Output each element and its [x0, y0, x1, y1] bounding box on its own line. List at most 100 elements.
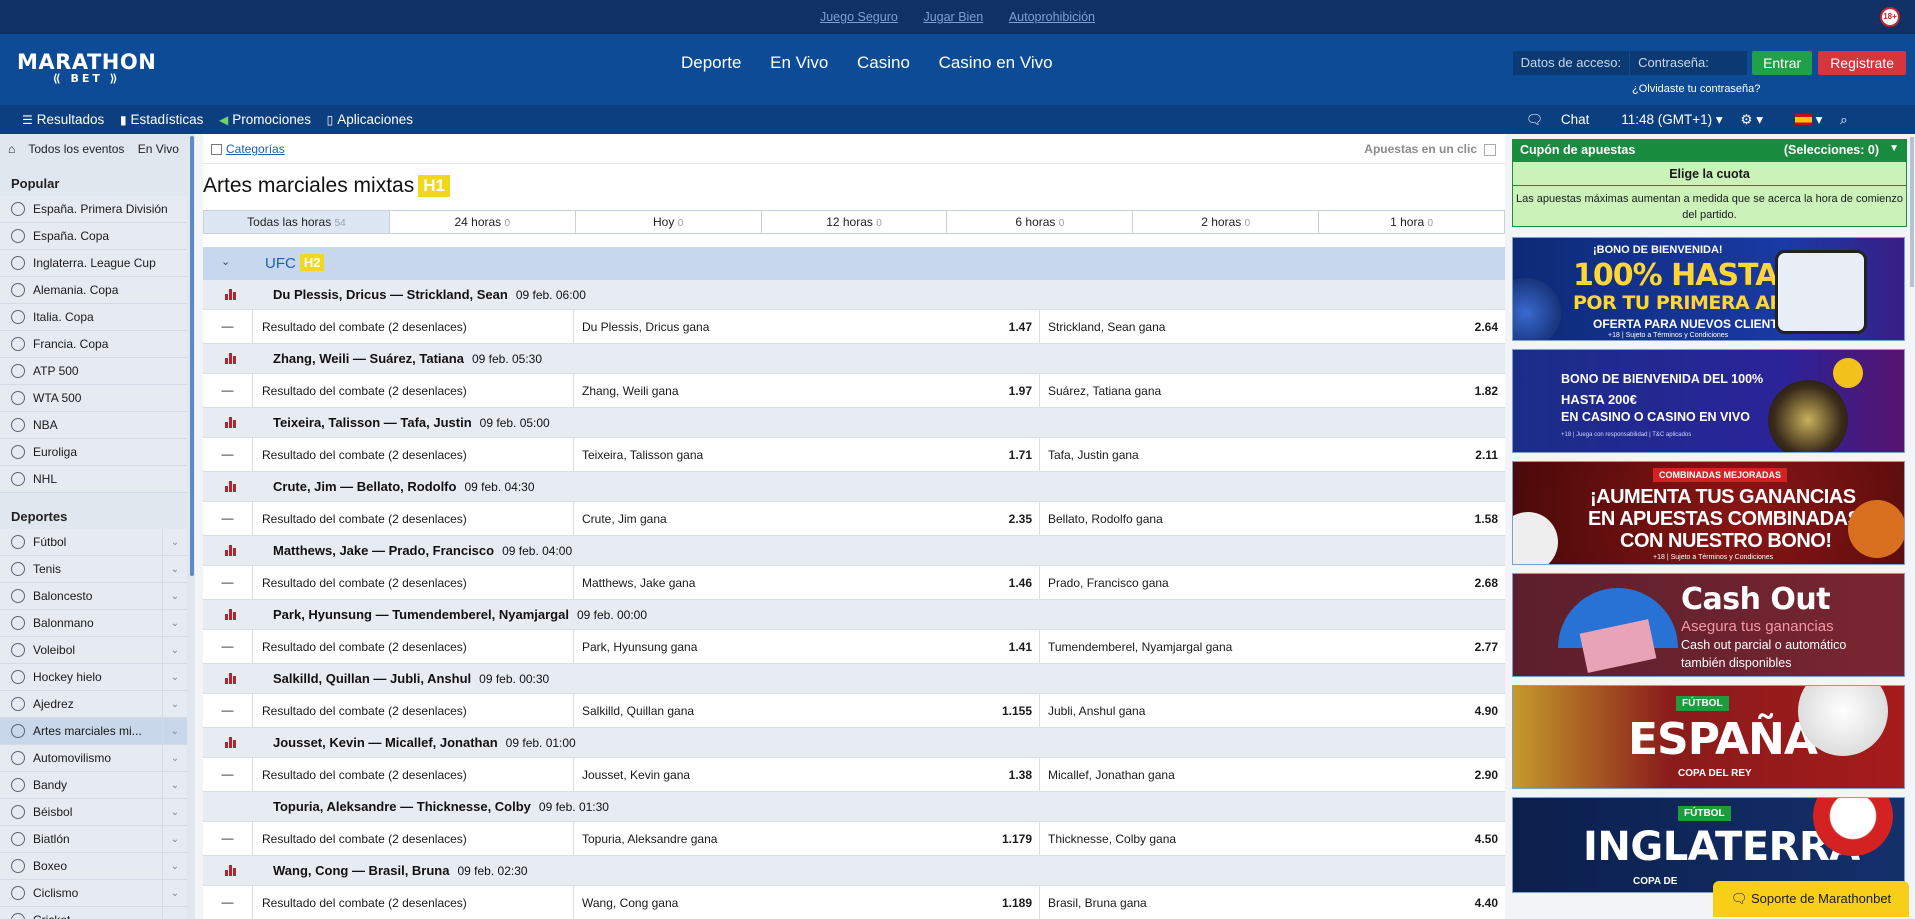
chevron-down-icon[interactable]: ⌄	[162, 664, 187, 691]
sidebar-item-espana-primera-division[interactable]: España. Primera División	[0, 196, 187, 223]
nav-estadisticas[interactable]: ▮ Estadísticas	[120, 112, 203, 127]
sidebar-item-automovilismo[interactable]: Automovilismo ⌄	[0, 745, 187, 772]
sidebar-item-inglaterra-league-cup[interactable]: Inglaterra. League Cup	[0, 250, 187, 277]
link-jugar-bien[interactable]: Jugar Bien	[923, 10, 983, 24]
sidebar-item-futbol[interactable]: Fútbol ⌄	[0, 529, 187, 556]
stats-icon[interactable]	[225, 545, 236, 556]
event-name[interactable]: Crute, Jim — Bellato, Rodolfo 09 feb. 04:…	[273, 479, 535, 494]
banner-inglaterra[interactable]: FÚTBOL INGLATERRA COPA DE	[1512, 797, 1905, 893]
stats-icon[interactable]	[225, 417, 236, 428]
odds-selection[interactable]: Tafa, Justin gana 2.11	[1039, 438, 1505, 471]
link-juego-seguro[interactable]: Juego Seguro	[820, 10, 898, 24]
sidebar-item-espana-copa[interactable]: España. Copa	[0, 223, 187, 250]
sidebar-item-hockey-hielo[interactable]: Hockey hielo ⌄	[0, 664, 187, 691]
chevron-down-icon[interactable]: ⌄	[162, 745, 187, 772]
odds-selection[interactable]: Teixeira, Talisson gana 1.71	[573, 438, 1039, 471]
settings-icon[interactable]: ⚙ ▾	[1740, 112, 1763, 127]
odds-selection[interactable]: Suárez, Tatiana gana 1.82	[1039, 374, 1505, 407]
sidebar-item-wta-500[interactable]: WTA 500	[0, 385, 187, 412]
stats-icon[interactable]	[225, 289, 236, 300]
more-markets-toggle[interactable]: —	[203, 502, 253, 535]
odds-selection[interactable]: Jousset, Kevin gana 1.38	[573, 758, 1039, 791]
more-markets-toggle[interactable]: —	[203, 886, 253, 919]
marathonbet-logo[interactable]: MARATHON ⟪ BET ⟫	[17, 52, 156, 86]
banner-combinadas[interactable]: COMBINADAS MEJORADAS ¡AUMENTA TUS GANANC…	[1512, 461, 1905, 565]
event-header[interactable]: Wang, Cong — Brasil, Bruna 09 feb. 02:30	[203, 856, 1505, 886]
league-header[interactable]: ⌄ UFC H2	[203, 247, 1505, 280]
chevron-down-icon[interactable]: ▼	[1889, 143, 1899, 154]
sidebar-item-ajedrez[interactable]: Ajedrez ⌄	[0, 691, 187, 718]
event-header[interactable]: Du Plessis, Dricus — Strickland, Sean 09 …	[203, 280, 1505, 310]
nav-casino-en-vivo[interactable]: Casino en Vivo	[939, 53, 1053, 72]
odds-selection[interactable]: Matthews, Jake gana 1.46	[573, 566, 1039, 599]
stats-icon[interactable]	[225, 737, 236, 748]
event-name[interactable]: Teixeira, Talisson — Tafa, Justin 09 feb.…	[273, 415, 550, 430]
more-markets-toggle[interactable]: —	[203, 438, 253, 471]
more-markets-toggle[interactable]: —	[203, 374, 253, 407]
coupon-header[interactable]: Cupón de apuestas (Selecciones: 0) ▼	[1512, 139, 1907, 162]
categories-link[interactable]: Categorías	[226, 142, 285, 156]
sidebar-item-nba[interactable]: NBA	[0, 412, 187, 439]
chevron-down-icon[interactable]: ⌄	[162, 583, 187, 610]
more-markets-toggle[interactable]: —	[203, 694, 253, 727]
event-header[interactable]: Matthews, Jake — Prado, Francisco 09 feb.…	[203, 536, 1505, 566]
more-markets-toggle[interactable]: —	[203, 822, 253, 855]
chevron-down-icon[interactable]: ⌄	[162, 637, 187, 664]
odds-selection[interactable]: Micallef, Jonathan gana 2.90	[1039, 758, 1505, 791]
chevron-down-icon[interactable]: ⌄	[162, 799, 187, 826]
time-filter-12-horas[interactable]: 12 horas 0	[762, 211, 948, 233]
odds-selection[interactable]: Tumendemberel, Nyamjargal gana 2.77	[1039, 630, 1505, 663]
odds-selection[interactable]: Prado, Francisco gana 2.68	[1039, 566, 1505, 599]
banner-casino-bonus[interactable]: BONO DE BIENVENIDA DEL 100% HASTA 200€ E…	[1512, 349, 1905, 453]
login-button[interactable]: Entrar	[1752, 51, 1813, 75]
categories-checkbox[interactable]	[211, 144, 222, 155]
event-header[interactable]: Topuria, Aleksandre — Thicknesse, Colby 0…	[203, 792, 1505, 822]
odds-selection[interactable]: Wang, Cong gana 1.189	[573, 886, 1039, 919]
time-filter-2-horas[interactable]: 2 horas 0	[1133, 211, 1320, 233]
more-markets-toggle[interactable]: —	[203, 630, 253, 663]
stats-icon[interactable]	[225, 481, 236, 492]
event-name[interactable]: Topuria, Aleksandre — Thicknesse, Colby 0…	[273, 799, 609, 814]
nav-en-vivo[interactable]: En Vivo	[770, 53, 828, 72]
odds-selection[interactable]: Brasil, Bruna gana 4.40	[1039, 886, 1505, 919]
event-name[interactable]: Salkilld, Quillan — Jubli, Anshul 09 feb.…	[273, 671, 549, 686]
sidebar-item-bandy[interactable]: Bandy ⌄	[0, 772, 187, 799]
sidebar-item-nhl[interactable]: NHL	[0, 466, 187, 493]
time-selector[interactable]: 11:48 (GMT+1) ▾	[1607, 112, 1722, 127]
odds-selection[interactable]: Park, Hyunsung gana 1.41	[573, 630, 1039, 663]
more-markets-toggle[interactable]: —	[203, 566, 253, 599]
time-filter-1-hora[interactable]: 1 hora 0	[1319, 211, 1504, 233]
banner-welcome-bonus[interactable]: ¡BONO DE BIENVENIDA! 100% HASTA 200€ POR…	[1512, 237, 1905, 341]
stats-icon[interactable]	[225, 865, 236, 876]
sidebar-scrollbar[interactable]	[190, 136, 194, 576]
stats-icon[interactable]	[225, 353, 236, 364]
register-button[interactable]: Registrate	[1818, 51, 1906, 75]
odds-selection[interactable]: Thicknesse, Colby gana 4.50	[1039, 822, 1505, 855]
odds-selection[interactable]: Jubli, Anshul gana 4.90	[1039, 694, 1505, 727]
forgot-password-link[interactable]: ¿Olvidaste tu contraseña?	[1632, 83, 1760, 95]
sidebar-item-voleibol[interactable]: Voleibol ⌄	[0, 637, 187, 664]
sidebar-item-alemania-copa[interactable]: Alemania. Copa	[0, 277, 187, 304]
stats-icon[interactable]	[225, 673, 236, 684]
password-field[interactable]: Contraseña:	[1629, 51, 1748, 75]
banner-cash-out[interactable]: Cash Out Asegura tus ganancias Cash out …	[1512, 573, 1905, 677]
odds-selection[interactable]: Topuria, Aleksandre gana 1.179	[573, 822, 1039, 855]
chat-button[interactable]: 🗨 Chat	[1526, 112, 1589, 127]
chevron-down-icon[interactable]: ⌄	[162, 907, 187, 919]
nav-resultados[interactable]: ☰ Resultados	[22, 112, 104, 127]
chevron-down-icon[interactable]: ⌄	[162, 826, 187, 853]
sidebar-item-atp-500[interactable]: ATP 500	[0, 358, 187, 385]
odds-selection[interactable]: Du Plessis, Dricus gana 1.47	[573, 310, 1039, 343]
sidebar-item-ciclismo[interactable]: Ciclismo ⌄	[0, 880, 187, 907]
more-markets-toggle[interactable]: —	[203, 310, 253, 343]
event-name[interactable]: Park, Hyunsung — Tumendemberel, Nyamjarg…	[273, 607, 647, 622]
chevron-down-icon[interactable]: ⌄	[162, 880, 187, 907]
event-header[interactable]: Jousset, Kevin — Micallef, Jonathan 09 fe…	[203, 728, 1505, 758]
login-field[interactable]: Datos de acceso:	[1512, 51, 1630, 75]
sidebar-item-boxeo[interactable]: Boxeo ⌄	[0, 853, 187, 880]
sidebar-item-artes-marciales-mi[interactable]: Artes marciales mi... ⌄	[0, 718, 187, 745]
event-header[interactable]: Crute, Jim — Bellato, Rodolfo 09 feb. 04:…	[203, 472, 1505, 502]
chevron-down-icon[interactable]: ⌄	[221, 255, 230, 268]
chevron-down-icon[interactable]: ⌄	[162, 718, 187, 745]
nav-deporte[interactable]: Deporte	[681, 53, 741, 72]
